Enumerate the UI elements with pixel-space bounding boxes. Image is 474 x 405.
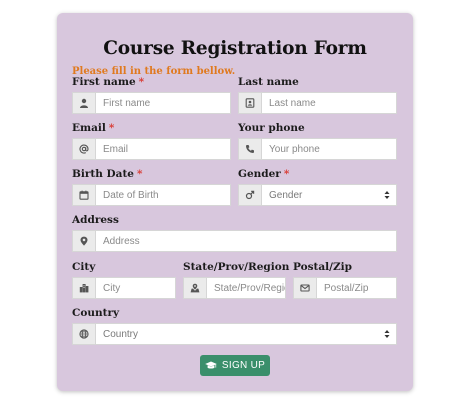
- form-title: Course Registration Form: [103, 38, 367, 59]
- sign-up-label: SIGN UP: [221, 360, 266, 371]
- registration-card: Course Registration Form Please fill in …: [57, 13, 413, 391]
- country-group: Country: [72, 323, 397, 345]
- email-label: Email *: [72, 122, 114, 134]
- state-group: [183, 277, 286, 299]
- city-group: [72, 277, 176, 299]
- required-marker: *: [108, 122, 115, 134]
- phone-group: [238, 138, 397, 160]
- required-marker: *: [138, 76, 145, 88]
- city-icon: [73, 278, 96, 298]
- gender-label-text: Gender: [238, 168, 281, 180]
- address-input[interactable]: [96, 231, 396, 251]
- graduation-cap-icon: [205, 361, 217, 369]
- country-label: Country: [72, 307, 119, 319]
- birth-date-group: [72, 184, 231, 206]
- user-icon: [73, 93, 96, 113]
- city-label: City: [72, 261, 95, 273]
- postal-group: [293, 277, 397, 299]
- city-label-text: City: [72, 261, 96, 273]
- postal-input[interactable]: [317, 278, 396, 298]
- first-name-label-text: First name: [72, 76, 136, 88]
- birth-date-label: Birth Date *: [72, 168, 142, 180]
- country-select-value: Country: [103, 328, 139, 340]
- country-label-text: Country: [72, 307, 120, 319]
- gender-select-value: Gender: [269, 189, 303, 201]
- address-label-text: Address: [72, 214, 119, 226]
- required-marker: *: [136, 168, 143, 180]
- last-name-input[interactable]: [262, 93, 396, 113]
- address-label: Address: [72, 214, 119, 226]
- email-label-text: Email: [72, 122, 106, 134]
- first-name-label: First name *: [72, 76, 144, 88]
- last-name-label: Last name: [238, 76, 299, 88]
- email-input[interactable]: [96, 139, 230, 159]
- postal-label: Postal/Zip: [293, 261, 352, 273]
- last-name-label-text: Last name: [238, 76, 299, 88]
- last-name-group: [238, 92, 397, 114]
- gender-label: Gender *: [238, 168, 289, 180]
- email-group: [72, 138, 231, 160]
- phone-icon: [239, 139, 262, 159]
- state-input[interactable]: [207, 278, 285, 298]
- phone-label: Your phone: [238, 122, 305, 134]
- required-marker: *: [283, 168, 290, 180]
- calendar-icon: [73, 185, 96, 205]
- city-input[interactable]: [96, 278, 175, 298]
- state-label: State/Prov/Region: [183, 261, 289, 273]
- sign-up-button[interactable]: SIGN UP: [200, 355, 270, 376]
- first-name-group: [72, 92, 231, 114]
- globe-icon: [73, 324, 96, 344]
- mars-icon: [239, 185, 262, 205]
- birth-date-label-text: Birth Date: [72, 168, 134, 180]
- id-card-icon: [239, 93, 262, 113]
- country-select[interactable]: Country: [96, 324, 396, 344]
- postal-label-text: Postal/Zip: [293, 261, 353, 273]
- phone-input[interactable]: [262, 139, 396, 159]
- state-label-text: State/Prov/Region: [183, 261, 290, 273]
- envelope-icon: [294, 278, 317, 298]
- phone-label-text: Your phone: [238, 122, 305, 134]
- gender-select[interactable]: Gender: [262, 185, 396, 205]
- select-caret-icon: [384, 191, 390, 199]
- address-group: [72, 230, 397, 252]
- select-caret-icon: [384, 330, 390, 338]
- first-name-input[interactable]: [96, 93, 230, 113]
- at-icon: [73, 139, 96, 159]
- birth-date-input[interactable]: [96, 185, 230, 205]
- map-marker-icon: [73, 231, 96, 251]
- map-icon: [184, 278, 207, 298]
- gender-group: Gender: [238, 184, 397, 206]
